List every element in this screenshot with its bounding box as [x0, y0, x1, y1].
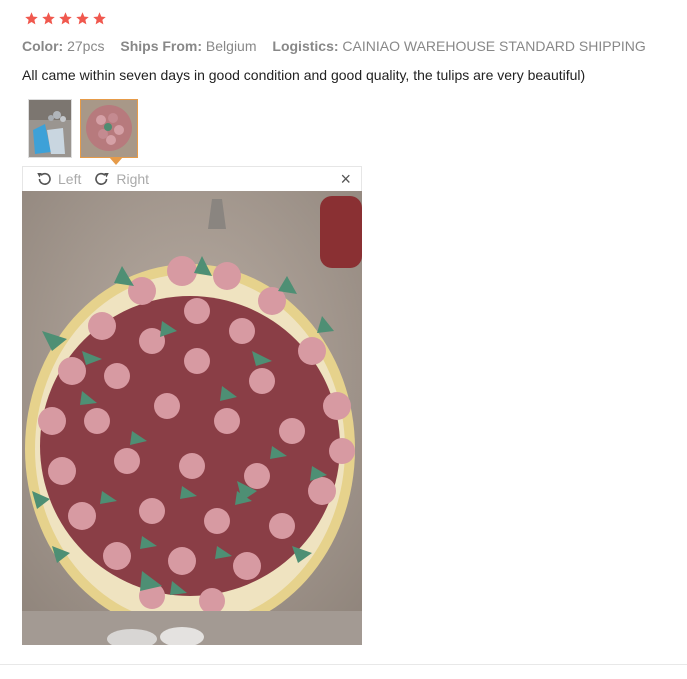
rotate-right-icon	[95, 172, 110, 185]
rotate-left-button[interactable]: Left	[35, 170, 81, 188]
star-rating	[24, 11, 107, 26]
ships-key: Ships From:	[120, 38, 203, 54]
ships-value: Belgium	[205, 38, 257, 54]
viewer-toolbar: Left Right ×	[22, 166, 362, 191]
tulip-cake-thumbnail-image	[81, 100, 137, 157]
nozzles-thumbnail-image	[29, 100, 71, 157]
image-viewer: Left Right ×	[22, 166, 362, 645]
rotate-right-button[interactable]: Right	[93, 170, 149, 188]
review-text: All came within seven days in good condi…	[22, 67, 586, 83]
logistics-value: CAINIAO WAREHOUSE STANDARD SHIPPING	[342, 38, 646, 54]
rotate-left-icon	[37, 172, 51, 185]
rotate-left-label: Left	[58, 171, 82, 187]
color-value: 27pcs	[67, 38, 105, 54]
thumbnail-strip	[28, 99, 138, 158]
section-divider	[0, 664, 687, 665]
star-icon	[25, 12, 38, 25]
star-icon	[42, 12, 55, 25]
star-icon	[76, 12, 89, 25]
color-key: Color:	[22, 38, 64, 54]
close-icon[interactable]: ×	[340, 170, 351, 188]
rotate-right-label: Right	[116, 171, 150, 187]
star-icon	[93, 12, 106, 25]
thumbnail-tulip-cake[interactable]	[80, 99, 138, 158]
star-icon	[59, 12, 72, 25]
thumbnail-nozzles[interactable]	[28, 99, 72, 158]
logistics-key: Logistics:	[272, 38, 339, 54]
order-meta: Color: 27pcs Ships From: Belgium Logisti…	[22, 38, 658, 54]
active-thumbnail-pointer	[109, 157, 123, 165]
review-photo[interactable]	[22, 191, 362, 645]
